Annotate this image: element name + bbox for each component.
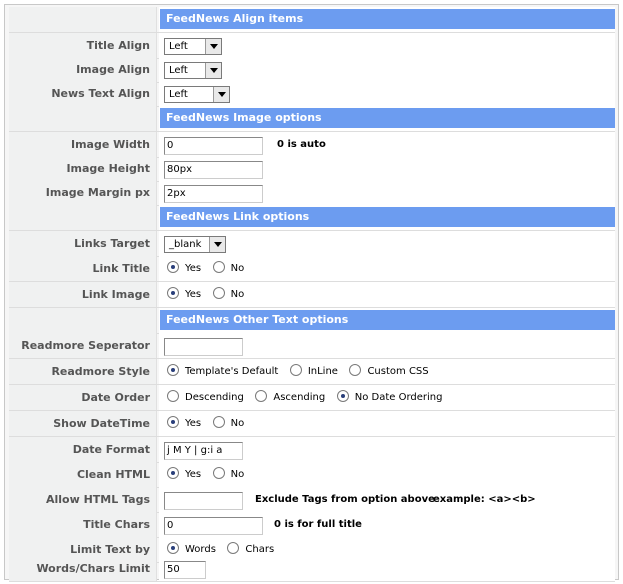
- row-allow-html-tags: Allow HTML Tags Exclude Tags from option…: [9, 487, 615, 513]
- title-chars-input[interactable]: 0: [164, 517, 263, 535]
- label: Title Align: [9, 33, 157, 58]
- radio-unchecked-icon: [255, 390, 268, 402]
- show-datetime-radio-group: Yes No: [167, 411, 252, 436]
- readmore-separator-input[interactable]: [164, 338, 243, 356]
- radio-unchecked-icon: [349, 364, 362, 376]
- allow-html-tags-input[interactable]: [164, 492, 243, 510]
- date-format-input[interactable]: j M Y | g:i a: [164, 442, 243, 460]
- row-show-datetime: Show DateTime Yes No: [9, 411, 615, 437]
- radio-unchecked-icon: [227, 542, 240, 554]
- date-order-radio-group: Descending Ascending No Date Ordering: [167, 385, 450, 410]
- radio-unchecked-icon: [212, 261, 225, 273]
- radio-option-no-date-ordering[interactable]: No Date Ordering: [336, 385, 442, 411]
- row-image-width: Image Width 0 0 is auto: [9, 132, 615, 158]
- link-title-radio-group: Yes No: [167, 256, 252, 281]
- radio-unchecked-icon: [167, 390, 179, 402]
- image-align-select[interactable]: Left: [164, 62, 222, 79]
- radio-option-ascending[interactable]: Ascending: [255, 385, 325, 411]
- image-width-input[interactable]: 0: [164, 137, 263, 155]
- section-header-image: FeedNews Image options: [160, 108, 615, 128]
- row-link-image: Link Image Yes No: [9, 282, 615, 308]
- radio-option-custom-css[interactable]: Custom CSS: [349, 359, 429, 385]
- row-readmore-style: Readmore Style Template's Default InLine…: [9, 359, 615, 385]
- section-header-other: FeedNews Other Text options: [160, 310, 615, 330]
- radio-unchecked-icon: [212, 416, 225, 428]
- radio-option-template-default[interactable]: Template's Default: [167, 359, 278, 385]
- radio-option-inline[interactable]: InLine: [289, 359, 338, 385]
- row-image-margin: Image Margin px 2px: [9, 180, 615, 206]
- radio-checked-icon: [167, 542, 179, 554]
- link-image-radio-group: Yes No: [167, 282, 252, 307]
- allow-html-tags-example: example: <a><b>: [433, 494, 536, 505]
- radio-unchecked-icon: [212, 287, 225, 299]
- image-width-note: 0 is auto: [277, 139, 326, 150]
- settings-panel: FeedNews Align items Title Align Left Im…: [4, 4, 619, 582]
- row-words-chars-limit: Words/Chars Limit 50: [9, 556, 615, 582]
- chevron-down-icon: [205, 63, 221, 78]
- radio-checked-icon: [336, 390, 349, 402]
- words-chars-limit-input[interactable]: 50: [164, 561, 206, 579]
- news-text-align-select[interactable]: Left: [164, 86, 230, 103]
- radio-option-no[interactable]: No: [212, 282, 244, 308]
- chevron-down-icon: [209, 237, 225, 252]
- chevron-down-icon: [205, 39, 221, 54]
- row-readmore-separator: Readmore Seperator: [9, 333, 615, 359]
- row-news-text-align: News Text Align Left: [9, 81, 615, 107]
- radio-checked-icon: [167, 467, 179, 479]
- radio-option-yes[interactable]: Yes: [167, 411, 201, 437]
- radio-option-no[interactable]: No: [212, 411, 244, 437]
- radio-option-yes[interactable]: Yes: [167, 462, 201, 488]
- radio-option-descending[interactable]: Descending: [167, 385, 244, 411]
- image-margin-input[interactable]: 2px: [164, 185, 263, 203]
- title-align-select[interactable]: Left: [164, 38, 222, 55]
- radio-unchecked-icon: [212, 467, 225, 479]
- row-title-chars: Title Chars 0 0 is for full title: [9, 512, 615, 538]
- radio-checked-icon: [167, 364, 179, 376]
- title-chars-note: 0 is for full title: [274, 519, 362, 530]
- clean-html-radio-group: Yes No: [167, 462, 252, 487]
- radio-option-no[interactable]: No: [212, 462, 244, 488]
- radio-checked-icon: [167, 287, 179, 299]
- radio-unchecked-icon: [289, 364, 302, 376]
- links-target-select[interactable]: _blank: [164, 236, 226, 253]
- row-image-height: Image Height 80px: [9, 156, 615, 182]
- radio-option-yes[interactable]: Yes: [167, 282, 201, 308]
- radio-option-no[interactable]: No: [212, 256, 244, 282]
- section-header-link: FeedNews Link options: [160, 207, 615, 227]
- radio-checked-icon: [167, 261, 179, 273]
- section-header-align: FeedNews Align items: [160, 9, 615, 29]
- row-title-align: Title Align Left: [9, 33, 615, 59]
- radio-option-yes[interactable]: Yes: [167, 256, 201, 282]
- row-clean-html: Clean HTML Yes No: [9, 462, 615, 488]
- row-date-order: Date Order Descending Ascending No Date …: [9, 385, 615, 411]
- readmore-style-radio-group: Template's Default InLine Custom CSS: [167, 359, 437, 384]
- image-height-input[interactable]: 80px: [164, 161, 263, 179]
- radio-checked-icon: [167, 416, 179, 428]
- chevron-down-icon: [213, 87, 229, 102]
- row-date-format: Date Format j M Y | g:i a: [9, 437, 615, 463]
- row-image-align: Image Align Left: [9, 57, 615, 83]
- row-link-title: Link Title Yes No: [9, 256, 615, 282]
- allow-html-tags-note: Exclude Tags from option above: [255, 494, 435, 505]
- row-links-target: Links Target _blank: [9, 231, 615, 257]
